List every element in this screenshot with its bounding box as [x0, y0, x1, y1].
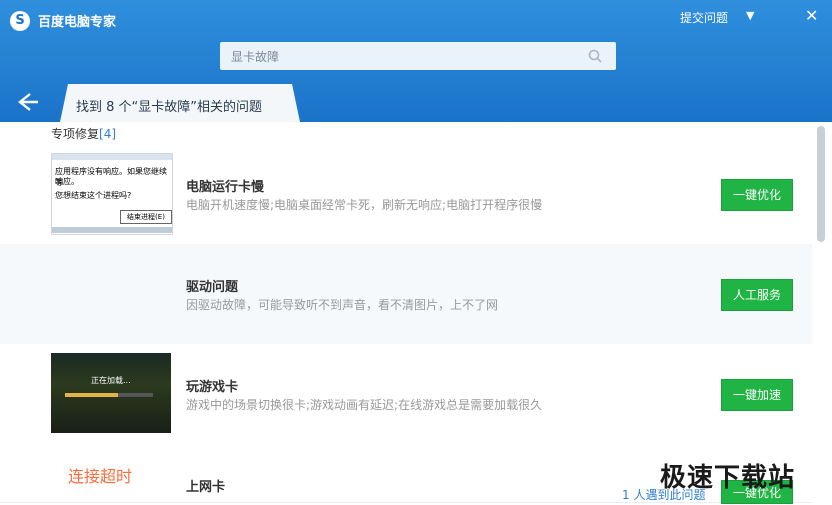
thumbnail-not-responding-dialog: 应用程序没有响应。如果您继续等 响应。 您想结束这个进程吗? 结束进程(E) [51, 153, 173, 235]
thumb-text-2: 响应。 [55, 177, 79, 186]
optimize-button[interactable]: 一键优化 [721, 179, 793, 211]
row-title: 电脑运行卡慢 [186, 180, 265, 195]
thumb-end-process-button: 结束进程(E) [120, 210, 172, 224]
thumb-text-3: 您想结束这个进程吗? [55, 191, 132, 200]
section-title: 专项修复[4] [51, 125, 116, 142]
app-logo-icon: S [10, 11, 30, 31]
list-item-driver: 驱动问题 因驱动故障，可能导致听不到声音，看不清图片，上不了网 人工服务 [0, 244, 812, 345]
result-count-text: 找到 8 个“显卡故障”相关的问题 [76, 100, 263, 115]
close-icon[interactable]: ✕ [805, 6, 818, 25]
row-desc: 电脑开机速度慢;电脑桌面经常卡死，刷新无响应;电脑打开程序很慢 [186, 198, 543, 212]
header-bar: S 百度电脑专家 提交问题 ▼ ✕ 显卡故障 找到 8 个“显卡故障”相关的问题 [0, 0, 832, 122]
back-arrow-icon[interactable] [16, 90, 40, 118]
row-desc: 因驱动故障，可能导致听不到声音，看不清图片，上不了网 [186, 298, 499, 312]
scrollbar-thumb[interactable] [817, 126, 825, 242]
submit-question-link[interactable]: 提交问题 [680, 9, 728, 26]
row-title: 玩游戏卡 [186, 380, 239, 395]
thumb-loading-text: 正在加载... [91, 376, 131, 385]
watermark-text: 极速下载站 [660, 463, 796, 493]
section-label: 专项修复 [51, 127, 100, 141]
app-title: 百度电脑专家 [38, 15, 117, 30]
accelerate-button[interactable]: 一键加速 [721, 379, 793, 411]
manual-service-button[interactable]: 人工服务 [721, 279, 793, 311]
section-count[interactable]: [4] [99, 127, 116, 141]
search-icon[interactable] [588, 48, 602, 67]
list-item-game-lag: 正在加载... 玩游戏卡 游戏中的场景切换很卡;游戏动画有延迟;在线游戏总是需要… [0, 344, 812, 445]
row-title: 驱动问题 [186, 280, 239, 295]
search-input[interactable]: 显卡故障 [220, 42, 616, 70]
connection-timeout-text: 连接超时 [68, 467, 133, 486]
row-desc: 游戏中的场景切换很卡;游戏动画有延迟;在线游戏总是需要加载很久 [186, 398, 543, 412]
row-title: 上网卡 [186, 480, 226, 495]
thumbnail-game-loading: 正在加载... [51, 353, 171, 433]
list-item-slow-pc: 应用程序没有响应。如果您继续等 响应。 您想结束这个进程吗? 结束进程(E) 电… [0, 144, 812, 245]
search-value: 显卡故障 [231, 50, 280, 64]
menu-dropdown-icon[interactable]: ▼ [746, 9, 754, 22]
